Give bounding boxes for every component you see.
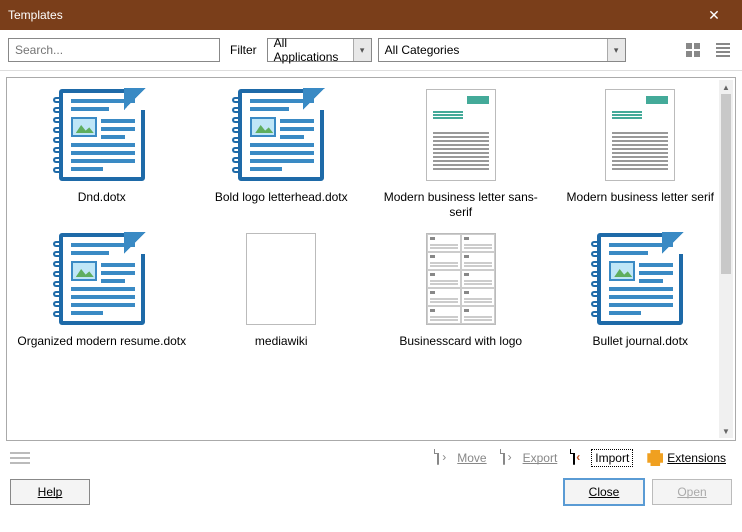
scrollbar[interactable]: ▲ ▼ (719, 80, 733, 438)
import-label: Import (593, 451, 631, 465)
template-label: mediawiki (255, 334, 308, 349)
list-view-button[interactable] (712, 40, 734, 60)
template-item[interactable]: Modern business letter sans-serif (372, 86, 550, 220)
action-row: Move Export Import Extensions (0, 441, 742, 471)
open-button: Open (652, 479, 732, 505)
template-thumbnail (406, 230, 516, 328)
filter-label: Filter (226, 43, 261, 57)
category-select-value: All Categories (379, 43, 607, 57)
template-label: Organized modern resume.dotx (17, 334, 186, 349)
grid-view-button[interactable] (682, 40, 704, 60)
template-item[interactable]: Bold logo letterhead.dotx (193, 86, 371, 220)
template-item[interactable]: Modern business letter serif (552, 86, 730, 220)
template-label: Bold logo letterhead.dotx (215, 190, 348, 205)
export-label: Export (523, 451, 558, 465)
template-grid-area: Dnd.dotx Bold logo letterhead.dotx Moder… (6, 77, 736, 441)
export-button: Export (497, 447, 564, 469)
menu-icon[interactable] (10, 450, 30, 466)
scroll-down-icon[interactable]: ▼ (719, 424, 733, 438)
template-label: Businesscard with logo (399, 334, 522, 349)
application-select[interactable]: All Applications ▾ (267, 38, 372, 62)
extensions-label: Extensions (667, 451, 726, 465)
template-label: Modern business letter serif (567, 190, 714, 205)
bottom-row: Help Close Open (0, 471, 742, 515)
chevron-down-icon[interactable]: ▾ (353, 39, 371, 61)
chevron-down-icon[interactable]: ▾ (607, 39, 625, 61)
help-button[interactable]: Help (10, 479, 90, 505)
application-select-value: All Applications (268, 36, 353, 64)
extensions-button[interactable]: Extensions (641, 447, 732, 469)
template-item[interactable]: mediawiki (193, 230, 371, 349)
template-thumbnail (226, 230, 336, 328)
template-thumbnail (47, 86, 157, 184)
toolbar: Filter All Applications ▾ All Categories… (0, 30, 742, 71)
move-label: Move (457, 451, 486, 465)
window-title: Templates (8, 8, 63, 22)
template-item[interactable]: Businesscard with logo (372, 230, 550, 349)
template-label: Dnd.dotx (78, 190, 126, 205)
search-input[interactable] (8, 38, 220, 62)
template-thumbnail (406, 86, 516, 184)
template-item[interactable]: Organized modern resume.dotx (13, 230, 191, 349)
scroll-thumb[interactable] (721, 94, 731, 274)
import-button[interactable]: Import (567, 447, 637, 469)
template-thumbnail (585, 86, 695, 184)
close-icon[interactable]: ✕ (694, 7, 734, 24)
close-button[interactable]: Close (564, 479, 644, 505)
template-item[interactable]: Bullet journal.dotx (552, 230, 730, 349)
template-label: Modern business letter sans-serif (376, 190, 546, 220)
titlebar: Templates ✕ (0, 0, 742, 30)
template-label: Bullet journal.dotx (593, 334, 688, 349)
puzzle-icon (647, 450, 663, 466)
scroll-up-icon[interactable]: ▲ (719, 80, 733, 94)
template-thumbnail (226, 86, 336, 184)
move-button: Move (431, 447, 492, 469)
template-thumbnail (47, 230, 157, 328)
template-thumbnail (585, 230, 695, 328)
category-select[interactable]: All Categories ▾ (378, 38, 626, 62)
template-item[interactable]: Dnd.dotx (13, 86, 191, 220)
